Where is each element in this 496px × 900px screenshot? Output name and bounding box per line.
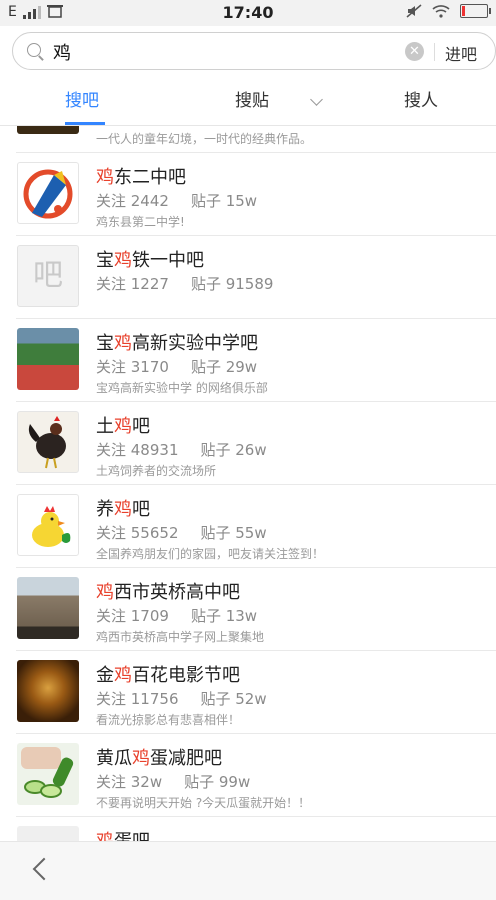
search-icon [27,43,41,57]
forum-description: 一代人的童年幻境，一时代的经典作品。 [96,132,313,146]
follow-count: 关注 3170 [96,358,169,376]
forum-avatar [17,577,79,639]
list-item-partial[interactable]: 一代人的童年幻境，一时代的经典作品。 [0,126,496,152]
follow-count: 关注 1709 [96,607,169,625]
row-divider [16,816,496,817]
forum-description: 土鸡饲养者的交流场所 [96,464,217,478]
forum-avatar [17,411,79,473]
search-box[interactable]: ✕ 进吧 [12,32,496,70]
forum-name: 鸡蛋吧 [96,827,150,841]
forum-avatar [17,162,79,224]
forum-avatar-placeholder: 吧 [17,245,79,307]
rocket-logo-icon [23,169,73,219]
tab-search-posts[interactable]: 搜贴 [235,76,269,126]
follow-count: 关注 48931 [96,441,179,459]
post-count: 贴子 91589 [190,275,274,293]
battery-icon [460,4,491,18]
forum-stats: 关注 11756 贴子 52w [96,688,267,709]
tab-search-users[interactable]: 搜人 [404,76,438,126]
forum-avatar [17,126,79,134]
forum-avatar [17,660,79,722]
cartoon-chick-icon [32,506,71,547]
list-item[interactable]: 土鸡吧 关注 48931 贴子 26w 土鸡饲养者的交流场所 [0,401,496,484]
enter-forum-button[interactable]: 进吧 [445,41,477,65]
post-count: 贴子 29w [190,358,258,376]
forum-name: 宝鸡高新实验中学吧 [96,333,258,354]
search-tabs: 搜吧 搜贴 搜人 [0,76,496,126]
forum-stats: 关注 32w 贴子 99w [96,771,250,792]
forum-stats: 关注 3170 贴子 29w [96,356,257,377]
forum-description: 全国养鸡朋友们的家园，吧友请关注签到！ [96,547,325,561]
list-item[interactable]: 鸡蛋吧 [0,816,496,841]
result-list: 一代人的童年幻境，一时代的经典作品。 鸡东二中吧 关注 2442 贴子 15w 鸡… [0,126,496,841]
chevron-down-icon[interactable] [310,93,323,106]
forum-description: 鸡西市英桥高中学子网上聚集地 [96,630,265,644]
post-count: 贴子 52w [200,690,267,708]
forum-avatar [17,743,79,805]
post-count: 贴子 13w [190,607,258,625]
tab-search-forums[interactable]: 搜吧 [65,76,99,126]
status-right [406,4,491,18]
search-input[interactable] [53,40,393,64]
status-bar: E 17:40 [0,0,496,26]
divider [434,43,435,61]
clear-icon[interactable]: ✕ [405,42,424,61]
post-count: 贴子 99w [184,773,251,791]
list-item[interactable]: 养鸡吧 关注 55652 贴子 55w 全国养鸡朋友们的家园，吧友请关注签到！ [0,484,496,567]
forum-name: 鸡东二中吧 [96,167,186,188]
post-count: 贴子 26w [200,441,267,459]
row-divider [16,401,496,402]
rooster-icon [28,416,66,469]
forum-avatar [17,328,79,390]
forum-stats: 关注 48931 贴子 26w [96,439,267,460]
follow-count: 关注 2442 [96,192,169,210]
post-count: 贴子 55w [200,524,267,542]
mute-icon [406,4,422,18]
forum-description: 看流光掠影总有悲喜相伴！ [96,713,241,727]
list-item[interactable]: 金鸡百花电影节吧 关注 11756 贴子 52w 看流光掠影总有悲喜相伴！ [0,650,496,733]
list-item[interactable]: 宝鸡高新实验中学吧 关注 3170 贴子 29w 宝鸡高新实验中学 的网络俱乐部 [0,318,496,401]
row-divider [16,318,496,319]
list-item[interactable]: 吧 宝鸡铁一中吧 关注 1227 贴子 91589 [0,235,496,318]
forum-name: 土鸡吧 [96,416,150,437]
forum-stats: 关注 1709 贴子 13w [96,605,257,626]
search-bar: ✕ 进吧 [0,26,496,76]
list-item[interactable]: 黄瓜鸡蛋减肥吧 关注 32w 贴子 99w 不要再说明天开始 ?今天瓜蛋就开始！！ [0,733,496,816]
forum-name: 金鸡百花电影节吧 [96,665,240,686]
row-divider [16,235,496,236]
row-divider [16,484,496,485]
follow-count: 关注 1227 [96,275,169,293]
forum-avatar [17,494,79,556]
follow-count: 关注 11756 [96,690,179,708]
forum-stats: 关注 1227 贴子 91589 [96,273,273,294]
back-icon[interactable] [32,857,56,881]
forum-name: 养鸡吧 [96,499,150,520]
forum-description: 不要再说明天开始 ?今天瓜蛋就开始！！ [96,796,311,810]
row-divider [16,650,496,651]
list-item[interactable]: 鸡东二中吧 关注 2442 贴子 15w 鸡东县第二中学! [0,152,496,235]
bottom-bar [0,841,496,900]
list-item[interactable]: 鸡西市英桥高中吧 关注 1709 贴子 13w 鸡西市英桥高中学子网上聚集地 [0,567,496,650]
active-tab-indicator [65,122,105,125]
forum-description: 宝鸡高新实验中学 的网络俱乐部 [96,381,268,395]
forum-stats: 关注 2442 贴子 15w [96,190,257,211]
forum-avatar [17,826,79,841]
follow-count: 关注 32w [96,773,163,791]
forum-stats: 关注 55652 贴子 55w [96,522,267,543]
row-divider [16,733,496,734]
follow-count: 关注 55652 [96,524,179,542]
forum-name: 鸡西市英桥高中吧 [96,582,240,603]
wifi-icon [432,5,450,18]
cucumber-icon [21,747,74,798]
forum-name: 宝鸡铁一中吧 [96,250,204,271]
forum-name: 黄瓜鸡蛋减肥吧 [96,748,222,769]
post-count: 贴子 15w [190,192,258,210]
row-divider [16,152,496,153]
row-divider [16,567,496,568]
forum-description: 鸡东县第二中学! [96,215,185,229]
